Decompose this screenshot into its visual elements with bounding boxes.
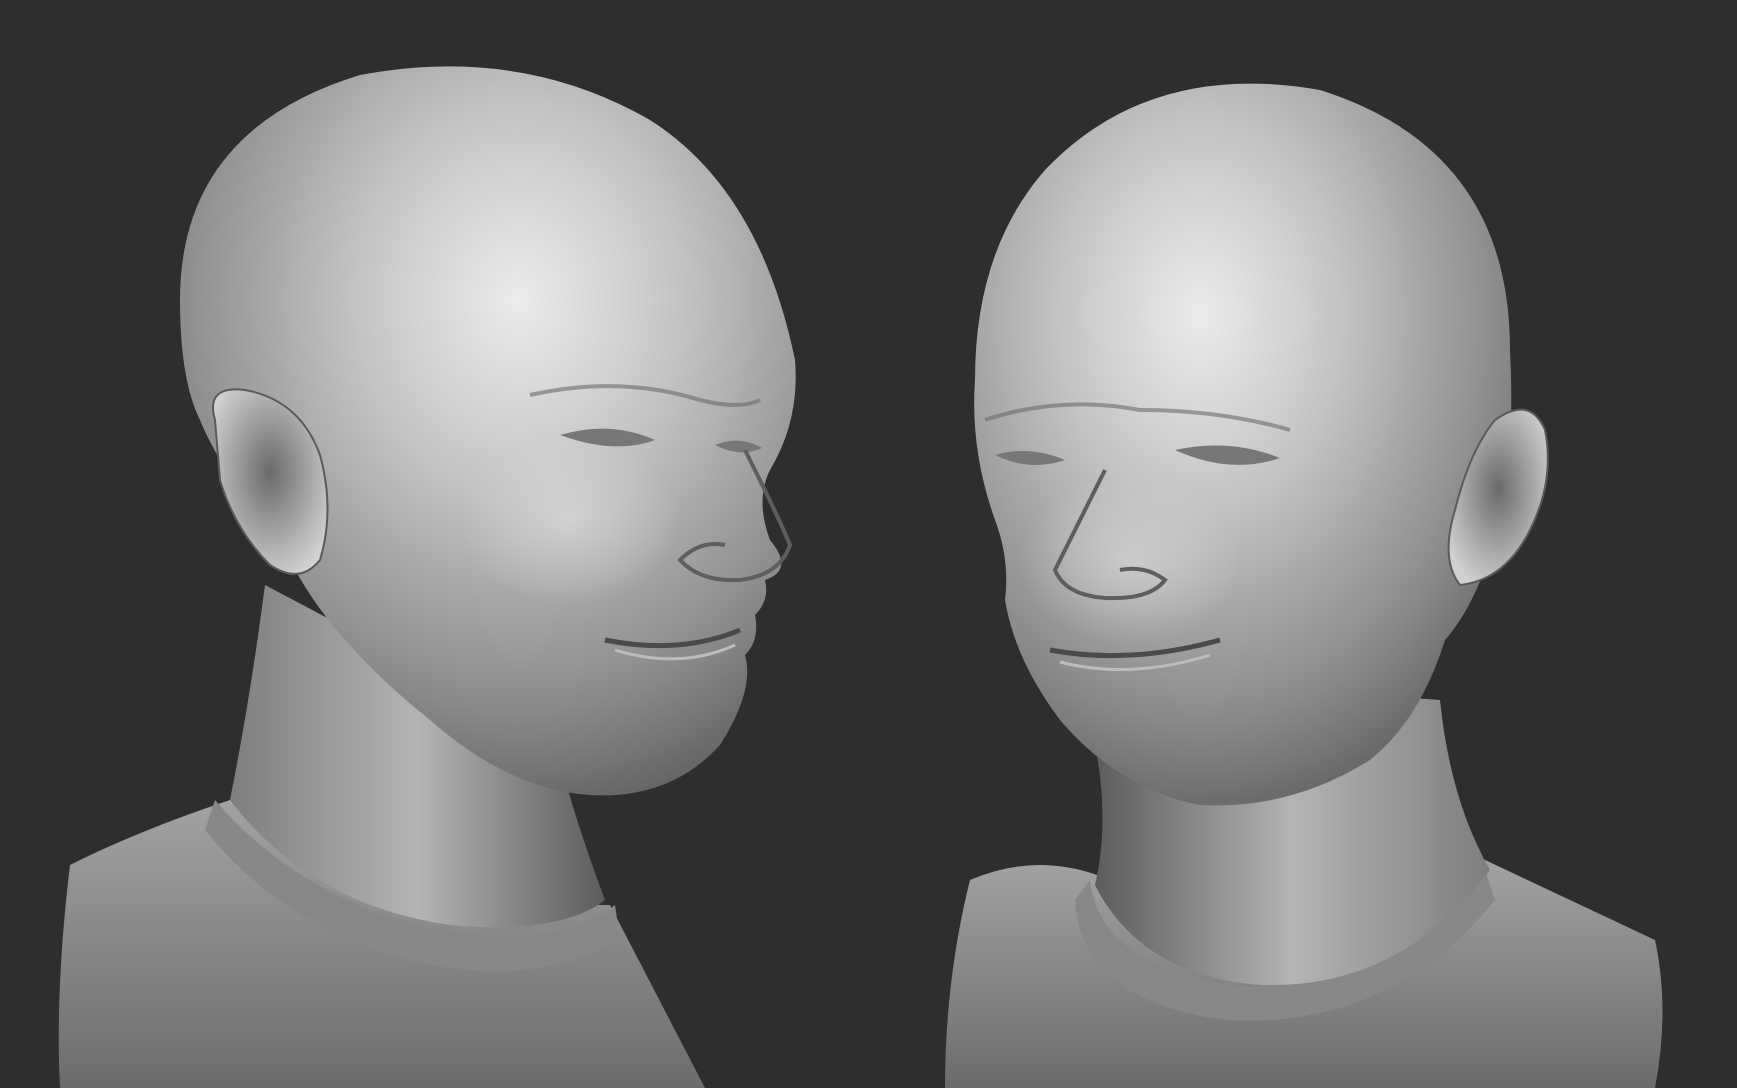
- cheek-highlight-right: [1020, 475, 1240, 645]
- render-viewport: [0, 0, 1737, 1088]
- sculpt-render: [58, 66, 1663, 1088]
- cheek-highlight-left: [460, 435, 680, 605]
- bust-right: [945, 83, 1663, 1088]
- bust-left: [58, 66, 796, 1088]
- head-right: [974, 83, 1512, 806]
